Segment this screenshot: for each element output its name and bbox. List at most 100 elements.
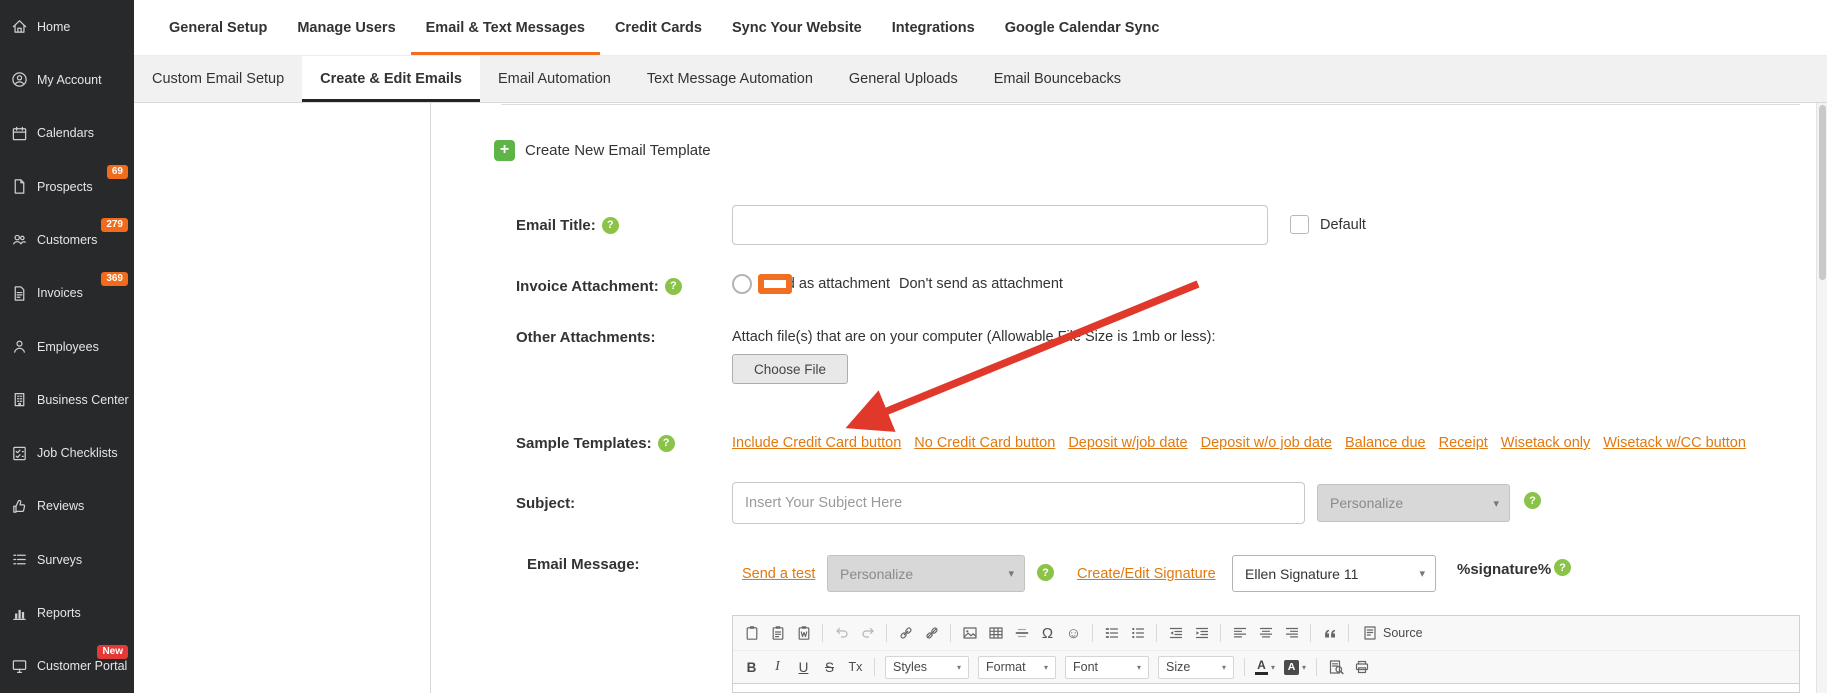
link-balance-due[interactable]: Balance due <box>1345 435 1426 451</box>
sidebar-item-label: Reports <box>37 606 81 621</box>
chevron-down-icon: ▾ <box>1008 568 1014 580</box>
styles-combo[interactable]: Styles ▾ <box>885 655 969 679</box>
link-deposit-with-job-date[interactable]: Deposit w/job date <box>1068 435 1187 451</box>
bold-button[interactable]: B <box>739 655 764 679</box>
unlink-icon[interactable] <box>919 621 944 645</box>
tab-google-calendar-sync[interactable]: Google Calendar Sync <box>990 0 1175 55</box>
font-combo[interactable]: Font ▾ <box>1065 655 1149 679</box>
text-color-icon[interactable]: A ▾ <box>1251 655 1279 679</box>
tab-integrations[interactable]: Integrations <box>877 0 990 55</box>
create-template-label: Create New Email Template <box>525 141 711 159</box>
link-icon[interactable] <box>893 621 918 645</box>
strikethrough-button[interactable]: S <box>817 655 842 679</box>
tab-create-edit-emails[interactable]: Create & Edit Emails <box>302 56 480 102</box>
link-no-credit-card-button[interactable]: No Credit Card button <box>914 435 1055 451</box>
sidebar-item-surveys[interactable]: Surveys <box>0 533 134 586</box>
default-checkbox[interactable] <box>1290 215 1309 234</box>
bulleted-list-icon[interactable] <box>1125 621 1150 645</box>
sidebar: Home My Account Calendars Prospects 69 C… <box>0 0 134 693</box>
paste-from-word-icon[interactable] <box>791 621 816 645</box>
sidebar-item-business-center[interactable]: Business Center <box>0 373 134 426</box>
blockquote-icon[interactable] <box>1317 621 1342 645</box>
paste-icon[interactable] <box>739 621 764 645</box>
outdent-icon[interactable] <box>1163 621 1188 645</box>
numbered-list-icon[interactable] <box>1099 621 1124 645</box>
help-icon[interactable]: ? <box>657 434 675 452</box>
create-new-email-template-button[interactable]: + Create New Email Template <box>494 136 711 164</box>
link-include-credit-card-button[interactable]: Include Credit Card button <box>732 435 901 451</box>
signature-select[interactable]: Ellen Signature 11 ▾ <box>1232 555 1436 592</box>
tab-credit-cards[interactable]: Credit Cards <box>600 0 717 55</box>
indent-icon[interactable] <box>1189 621 1214 645</box>
tab-text-message-automation[interactable]: Text Message Automation <box>629 56 831 102</box>
help-icon[interactable]: ? <box>601 216 619 234</box>
subject-input[interactable] <box>732 482 1305 524</box>
underline-button[interactable]: U <box>791 655 816 679</box>
sidebar-item-reports[interactable]: Reports <box>0 586 134 639</box>
sidebar-item-customers[interactable]: Customers 279 <box>0 213 134 266</box>
italic-button[interactable]: I <box>765 655 790 679</box>
editor-content-area[interactable] <box>733 684 1799 692</box>
chevron-down-icon: ▾ <box>956 662 961 672</box>
link-receipt[interactable]: Receipt <box>1439 435 1488 451</box>
create-edit-signature-link[interactable]: Create/Edit Signature <box>1077 562 1216 586</box>
dont-send-as-attachment-label: Don't send as attachment <box>898 276 1063 292</box>
tab-general-setup[interactable]: General Setup <box>154 0 282 55</box>
link-wisetack-only[interactable]: Wisetack only <box>1501 435 1590 451</box>
subject-personalize-select[interactable]: Personalize ▾ <box>1317 484 1510 522</box>
scrollbar-thumb[interactable] <box>1819 105 1826 280</box>
message-personalize-select[interactable]: Personalize ▾ <box>827 555 1025 592</box>
image-icon[interactable] <box>957 621 982 645</box>
format-combo[interactable]: Format ▾ <box>978 655 1056 679</box>
preview-icon[interactable] <box>1323 655 1348 679</box>
undo-icon[interactable] <box>829 621 854 645</box>
choose-file-button[interactable]: Choose File <box>732 354 848 384</box>
sidebar-item-calendars[interactable]: Calendars <box>0 107 134 160</box>
link-deposit-without-job-date[interactable]: Deposit w/o job date <box>1201 435 1332 451</box>
tab-sync-your-website[interactable]: Sync Your Website <box>717 0 877 55</box>
sidebar-item-customer-portal[interactable]: Customer Portal New <box>0 640 134 693</box>
align-right-icon[interactable] <box>1279 621 1304 645</box>
special-char-icon[interactable]: Ω <box>1035 621 1060 645</box>
smiley-icon[interactable]: ☺ <box>1061 621 1086 645</box>
tab-manage-users[interactable]: Manage Users <box>282 0 410 55</box>
send-a-test-link[interactable]: Send a test <box>742 562 815 586</box>
business-building-icon <box>14 393 25 407</box>
align-left-icon[interactable] <box>1227 621 1252 645</box>
sidebar-item-invoices[interactable]: Invoices 369 <box>0 267 134 320</box>
sidebar-item-my-account[interactable]: My Account <box>0 53 134 106</box>
tab-email-automation[interactable]: Email Automation <box>480 56 629 102</box>
toolbar-separator <box>874 658 875 676</box>
remove-format-button[interactable]: Tx <box>843 655 868 679</box>
send-as-attachment-radio[interactable] <box>732 274 752 294</box>
tab-custom-email-setup[interactable]: Custom Email Setup <box>134 56 302 102</box>
print-icon[interactable] <box>1349 655 1374 679</box>
tab-general-uploads[interactable]: General Uploads <box>831 56 976 102</box>
redo-icon[interactable] <box>855 621 880 645</box>
sidebar-item-label: Calendars <box>37 126 94 141</box>
sidebar-item-home[interactable]: Home <box>0 0 134 53</box>
size-combo[interactable]: Size ▾ <box>1158 655 1234 679</box>
paste-plain-text-icon[interactable] <box>765 621 790 645</box>
source-button[interactable]: Source <box>1355 621 1430 645</box>
help-icon[interactable]: ? <box>664 277 682 295</box>
help-icon[interactable]: ? <box>1554 559 1571 576</box>
align-center-icon[interactable] <box>1253 621 1278 645</box>
help-icon[interactable]: ? <box>1037 564 1054 581</box>
table-icon[interactable] <box>983 621 1008 645</box>
link-wisetack-with-cc-button[interactable]: Wisetack w/CC button <box>1603 435 1746 451</box>
tab-email-bouncebacks[interactable]: Email Bouncebacks <box>976 56 1139 102</box>
sidebar-item-reviews[interactable]: Reviews <box>0 480 134 533</box>
email-title-input[interactable] <box>732 205 1268 245</box>
help-icon[interactable]: ? <box>1524 492 1541 509</box>
toolbar-separator <box>1244 658 1245 676</box>
sidebar-item-employees[interactable]: Employees <box>0 320 134 373</box>
sidebar-item-prospects[interactable]: Prospects 69 <box>0 160 134 213</box>
sidebar-item-job-checklists[interactable]: Job Checklists <box>0 427 134 480</box>
dont-send-as-attachment-radio[interactable] <box>758 274 792 294</box>
bg-color-icon[interactable]: A ▾ <box>1280 655 1310 679</box>
invoice-attachment-options: Send as attachment Don't send as attachm… <box>732 272 1063 296</box>
horizontal-rule-icon[interactable] <box>1009 621 1034 645</box>
tab-email-text-messages[interactable]: Email & Text Messages <box>411 0 600 55</box>
vertical-scrollbar[interactable] <box>1816 103 1827 693</box>
